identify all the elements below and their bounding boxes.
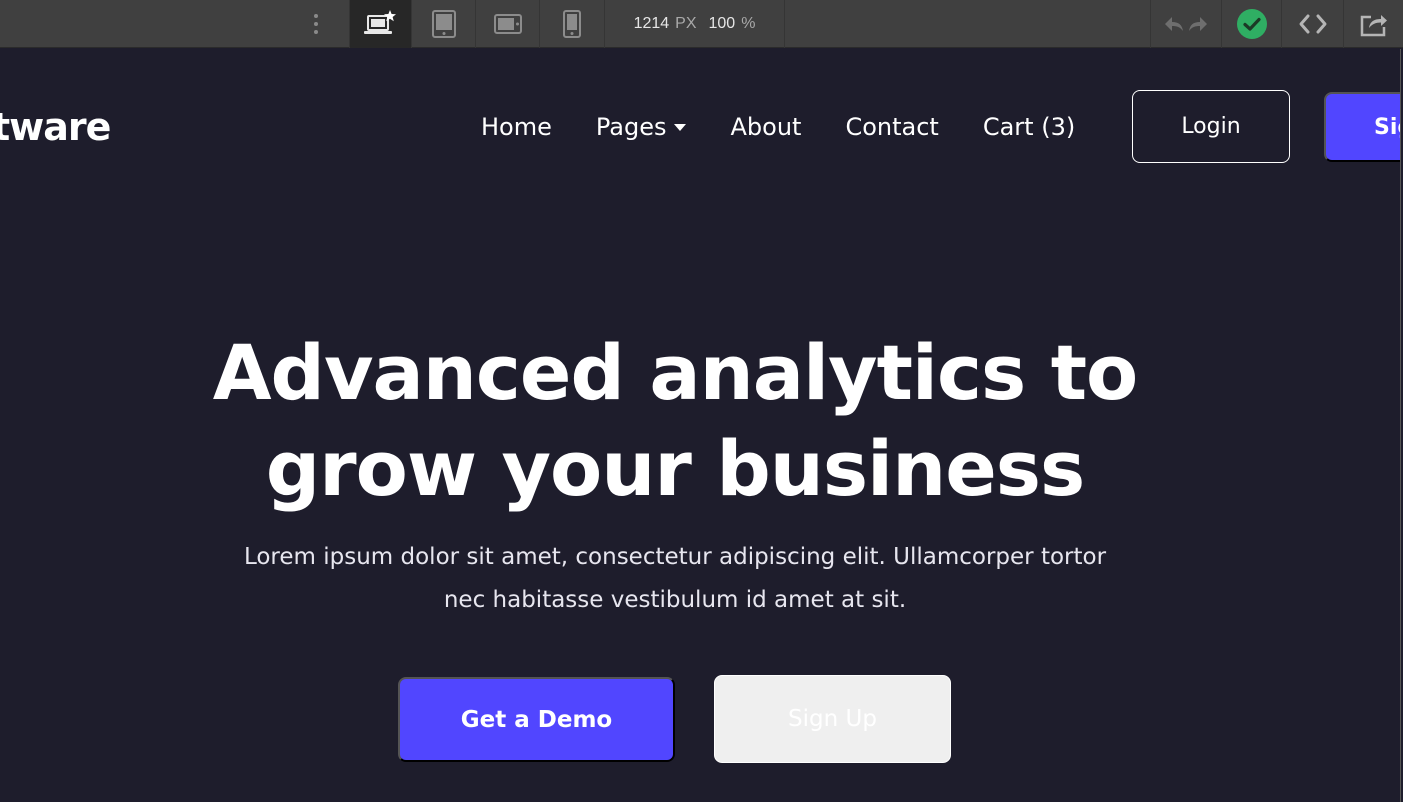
signup-button-header[interactable]: Sig (1324, 92, 1400, 162)
nav-pages-label: Pages (595, 113, 667, 141)
nav-contact-link[interactable]: Contact (845, 113, 938, 141)
get-demo-button[interactable]: Get a Demo (398, 677, 675, 762)
laptop-star-icon (363, 10, 396, 34)
hero-title-line-2: grow your business (265, 424, 1085, 513)
canvas-width-unit: PX (675, 15, 697, 32)
site-brand-logo[interactable]: tware (0, 105, 111, 149)
nav-about-link[interactable]: About (730, 113, 801, 141)
tablet-icon (431, 10, 456, 38)
phone-portrait-icon (563, 10, 581, 38)
undo-icon[interactable] (1162, 14, 1186, 34)
hero-title-line-1: Advanced analytics to (212, 328, 1139, 417)
code-brackets-icon (1299, 14, 1326, 34)
hero-subtitle-line-2: nec habitasse vestibulum id amet at sit. (443, 587, 907, 613)
breakpoint-portrait-button[interactable] (539, 0, 604, 48)
login-button[interactable]: Login (1132, 90, 1290, 163)
page-canvas: tware Home Pages About Contact Cart (3) … (0, 49, 1401, 802)
canvas-width-value: 1214 (633, 15, 670, 32)
breakpoint-desktop-button[interactable] (349, 0, 411, 48)
main-nav: Home Pages About Contact Cart (3) (481, 113, 1119, 141)
hero-signup-button[interactable]: Sign Up (714, 675, 951, 763)
phone-landscape-icon (493, 14, 522, 34)
drag-handle-icon[interactable] (306, 12, 326, 36)
redo-icon[interactable] (1186, 14, 1210, 34)
export-button[interactable] (1343, 0, 1403, 48)
nav-pages-dropdown[interactable]: Pages (596, 113, 687, 141)
undo-redo-group (1150, 0, 1221, 48)
zoom-value: 100 (708, 15, 736, 32)
share-export-icon (1360, 15, 1387, 37)
caret-down-icon (674, 123, 687, 131)
editor-toolbar: 1214 PX 100 % (0, 0, 1403, 48)
hero-title: Advanced analytics to grow your business (0, 325, 1350, 517)
nav-home-link[interactable]: Home (481, 113, 552, 141)
canvas-size-readout[interactable]: 1214 PX 100 % (604, 0, 785, 48)
nav-cart-link[interactable]: Cart (3) (983, 113, 1075, 141)
code-view-button[interactable] (1281, 0, 1343, 48)
hero-subtitle-line-1: Lorem ipsum dolor sit amet, consectetur … (243, 544, 1107, 570)
publish-status-button[interactable] (1221, 0, 1281, 48)
breakpoint-landscape-button[interactable] (475, 0, 539, 48)
zoom-unit: % (741, 15, 756, 32)
check-circle-icon (1236, 9, 1267, 39)
hero-subtitle: Lorem ipsum dolor sit amet, consectetur … (200, 536, 1150, 622)
breakpoint-tablet-button[interactable] (411, 0, 475, 48)
